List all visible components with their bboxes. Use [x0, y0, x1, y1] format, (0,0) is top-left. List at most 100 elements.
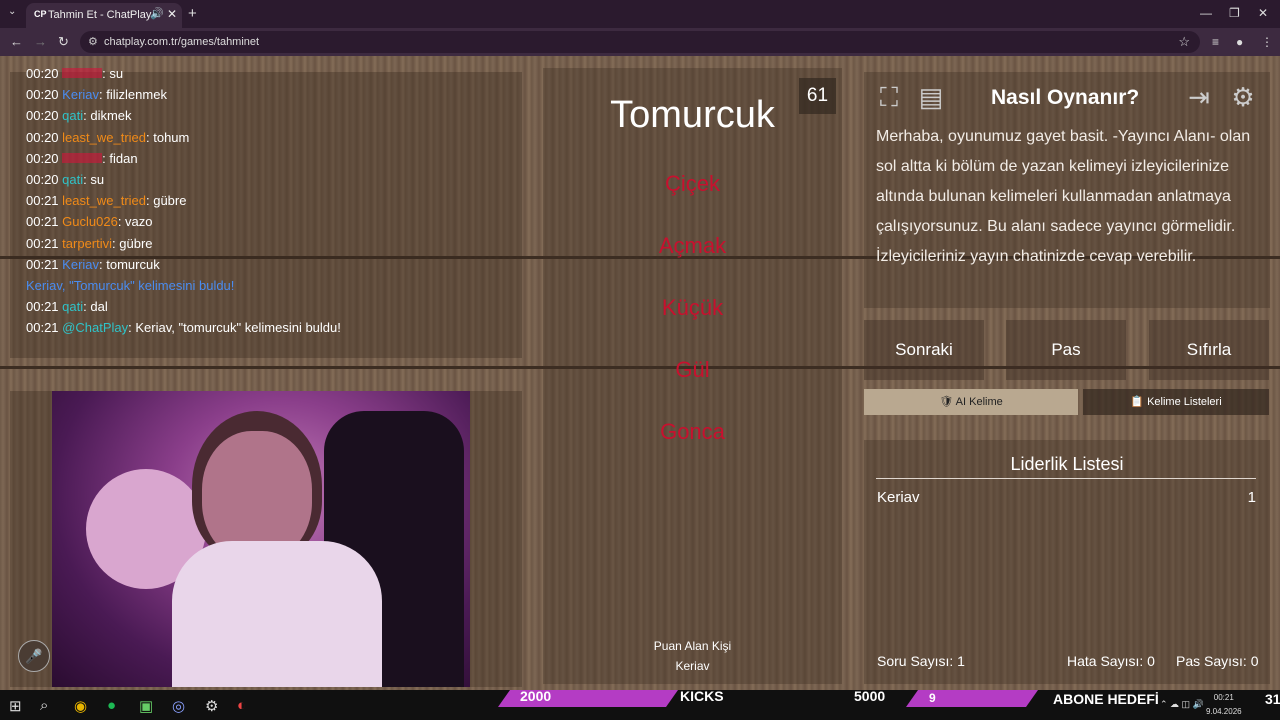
settings-icon[interactable]: ⚙ — [205, 697, 218, 715]
subscriber-goal-bar — [906, 690, 1038, 707]
chat-timestamp: 00:20 — [26, 150, 59, 166]
chat-message: 00:20 qati: su — [26, 172, 104, 187]
reset-button[interactable]: Sıfırla — [1149, 320, 1269, 380]
spotify-icon[interactable]: ● — [107, 697, 116, 714]
leaderboard-title: Liderlik Listesi — [1010, 454, 1124, 474]
close-tab-icon[interactable]: ✕ — [167, 7, 177, 21]
tray-icons[interactable]: ⌃ ☁ ◫ 🔊 — [1160, 699, 1204, 710]
site-info-icon[interactable]: ⚙ — [88, 35, 98, 48]
app-icon[interactable]: ▣ — [139, 697, 153, 715]
recording-app-icon[interactable]: ◐ — [237, 697, 246, 714]
chat-message: 00:21 least_we_tried: gübre — [26, 193, 186, 208]
leaderboard-entry-name: Keriav — [877, 489, 920, 506]
forward-icon[interactable]: → — [34, 34, 47, 49]
leaderboard-panel: Liderlik Listesi Keriav 1 Soru Sayısı: 1… — [864, 440, 1270, 684]
search-icon[interactable]: ⌕ — [40, 697, 48, 714]
address-toolbar: ← → ↻ ⚙ chatplay.com.tr/games/tahminet ☆… — [0, 28, 1280, 56]
menu-dots-icon[interactable]: ⋮ — [1261, 35, 1273, 49]
chat-timestamp: 00:20 — [26, 66, 59, 81]
chat-text: : filizlenmek — [99, 87, 167, 103]
chat-username[interactable] — [62, 68, 103, 78]
countdown-timer: 61 — [799, 78, 836, 114]
chat-text: : dal — [83, 299, 108, 315]
ai-word-button[interactable]: 🛡 AI Kelime — [864, 389, 1078, 415]
chat-text: : dikmek — [83, 108, 132, 124]
exit-icon[interactable]: ⇥ — [1182, 80, 1216, 114]
chat-timestamp: 00:21 — [26, 299, 59, 315]
chrome-icon[interactable]: ◉ — [74, 697, 87, 715]
chat-username[interactable]: qati — [62, 299, 83, 314]
word-lists-button[interactable]: 📋 Kelime Listeleri — [1083, 389, 1269, 415]
chat-text: : su — [83, 172, 105, 187]
discord-icon[interactable]: ◎ — [172, 697, 185, 715]
chat-message: 00:20 least_we_tried: tohum — [26, 130, 189, 145]
tab-search-icon[interactable]: ⌄ — [8, 6, 16, 17]
windows-start-icon[interactable]: ⊞ — [9, 697, 22, 715]
forbidden-word: Küçük — [661, 295, 724, 320]
chat-message: 00:21 tarpertivi: gübre — [26, 236, 153, 251]
forbidden-word: Gonca — [660, 419, 725, 444]
chat-username[interactable]: least_we_tried — [62, 193, 146, 208]
chat-timestamp: 00:21 — [26, 193, 59, 209]
leaderboard-entry-score: 1 — [1247, 489, 1256, 506]
chat-username[interactable]: tarpertivi — [62, 236, 112, 251]
reading-list-icon[interactable]: ≡ — [1212, 35, 1219, 49]
subscriber-goal-target: 31 — [1265, 691, 1280, 707]
pass-button[interactable]: Pas — [1006, 320, 1126, 380]
chat-username[interactable] — [62, 152, 103, 163]
chat-timestamp: 00:21 — [26, 320, 59, 336]
chat-username[interactable]: Keriav — [62, 257, 99, 272]
minimize-icon[interactable]: — — [1200, 6, 1212, 20]
chatplay-favicon-icon: CP — [34, 9, 47, 19]
system-clock[interactable]: 00:21 9.04.2026 — [1206, 693, 1242, 716]
restore-icon[interactable]: ❐ — [1229, 6, 1240, 20]
chat-message: 00:20 Keriav: filizlenmek — [26, 87, 167, 102]
microphone-icon[interactable]: 🎤 — [18, 640, 50, 672]
ai-word-label: AI Kelime — [955, 396, 1003, 408]
chat-timestamp: 00:20 — [26, 172, 59, 187]
profile-avatar-icon[interactable]: ● — [1236, 35, 1243, 49]
fullscreen-icon[interactable]: ⛶ — [872, 80, 906, 114]
back-icon[interactable]: ← — [10, 34, 23, 49]
pass-count: Pas Sayısı: 0 — [1176, 653, 1259, 669]
chat-timestamp: 00:20 — [26, 87, 59, 103]
how-to-play-panel: ⛶ ▤ Nasıl Oynanır? ⇥ ⚙ Merhaba, oyunumuz… — [864, 72, 1270, 308]
chat-username[interactable]: Keriav — [62, 87, 99, 102]
bookmark-star-icon[interactable]: ☆ — [1178, 34, 1190, 50]
next-button[interactable]: Sonraki — [864, 320, 984, 380]
chat-text: : Keriav, "tomurcuk" kelimesini buldu! — [128, 320, 341, 336]
new-tab-icon[interactable]: + — [188, 5, 197, 22]
chat-timestamp: 00:20 — [26, 129, 59, 145]
chat-username[interactable]: qati — [62, 172, 83, 187]
chat-username[interactable]: qati — [62, 108, 83, 123]
clock-time: 00:21 — [1213, 693, 1234, 702]
question-count: Soru Sayısı: 1 — [877, 653, 965, 669]
divider — [876, 478, 1256, 479]
windows-taskbar: ⊞ ⌕ ◉ ● ▣ ◎ ⚙ ◐ 2000 KICKS 5000 9 ABONE … — [0, 688, 1280, 720]
clock-date: 9.04.2026 — [1206, 707, 1242, 716]
chat-text: : vazo — [117, 214, 153, 230]
url-text: chatplay.com.tr/games/tahminet — [104, 36, 260, 48]
webcam-feed — [52, 391, 470, 687]
subscriber-goal-label: ABONE HEDEFİ — [1053, 691, 1159, 707]
url-bar[interactable]: ⚙ chatplay.com.tr/games/tahminet ☆ — [80, 31, 1200, 53]
browser-tab-strip: ⌄ CP Tahmin Et - ChatPlay 🔊 ✕ + — ❐ ✕ — [0, 0, 1280, 28]
settings-gear-icon[interactable]: ⚙ — [1226, 80, 1260, 114]
chat-message: 00:20 : su — [26, 66, 123, 81]
speaker-icon[interactable]: 🔊 — [150, 7, 164, 20]
chat-message: 00:21 qati: dal — [26, 299, 108, 314]
reload-icon[interactable]: ↻ — [58, 34, 69, 50]
notes-icon[interactable]: ▤ — [914, 80, 948, 114]
forbidden-word: Çiçek — [664, 171, 720, 196]
chat-username[interactable]: @ChatPlay — [62, 320, 128, 335]
robot-icon: 🛡 — [939, 396, 956, 408]
browser-tab[interactable]: CP Tahmin Et - ChatPlay 🔊 ✕ — [26, 3, 182, 28]
chat-username[interactable]: least_we_tried — [62, 130, 146, 145]
chat-text: : fidan — [102, 150, 138, 166]
chat-username[interactable]: Guclu026 — [62, 214, 118, 229]
scorer-label: Puan Alan Kişi — [653, 639, 732, 653]
chat-text: : gübre — [112, 235, 153, 251]
chat-message: 00:21 Keriav: tomurcuk — [26, 257, 160, 272]
close-window-icon[interactable]: ✕ — [1258, 6, 1268, 20]
chat-timestamp: 00:20 — [26, 108, 59, 124]
